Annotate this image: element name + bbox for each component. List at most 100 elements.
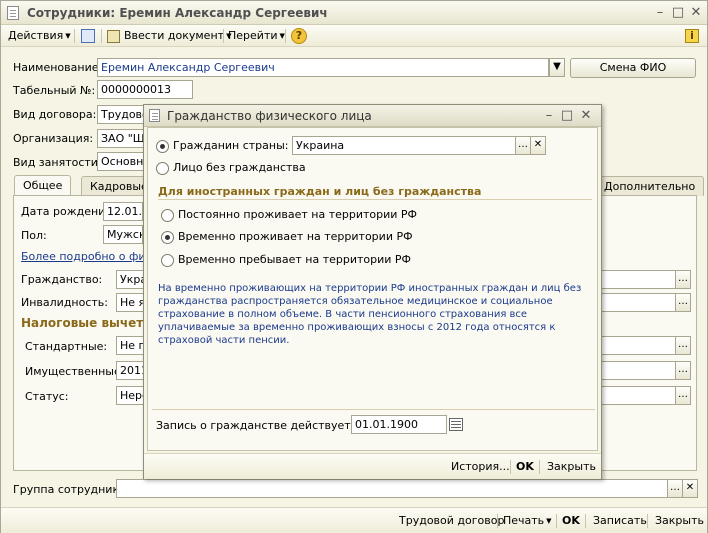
print-menu[interactable]: Печать ▼	[503, 514, 552, 527]
country-field[interactable]: Украина	[292, 136, 516, 155]
window-title: Сотрудники: Еремин Александр Сергеевич	[27, 6, 328, 20]
enter-document-icon	[107, 29, 120, 43]
country-select-button[interactable]: …	[515, 136, 531, 155]
enter-document-label: Ввести документ	[124, 29, 225, 42]
dialog-title: Гражданство физического лица	[167, 109, 372, 123]
citizen-radio[interactable]	[156, 140, 169, 153]
close-button[interactable]: Закрыть	[655, 514, 704, 527]
footer-divider-line	[510, 460, 511, 474]
record-date-label: Запись о гражданстве действует с:	[156, 419, 364, 432]
country-clear-button[interactable]: ✕	[530, 136, 546, 155]
go-menu[interactable]: Перейти ▼	[228, 28, 285, 44]
dialog-ok-button[interactable]: OK	[516, 460, 534, 473]
window-titlebar: Сотрудники: Еремин Александр Сергеевич –…	[1, 1, 707, 25]
record-date-field[interactable]: 01.01.1900	[351, 415, 447, 434]
tab-extra[interactable]: Дополнительно	[595, 176, 705, 196]
dialog-footer: История... OK Закрыть	[144, 453, 601, 479]
citizenship-label: Гражданство:	[21, 273, 103, 286]
history-button[interactable]: История...	[451, 460, 510, 473]
more-about-person-link[interactable]: Более подробно о физи	[21, 250, 159, 263]
temporary-stay-radio[interactable]	[161, 254, 174, 267]
bottom-divider	[556, 514, 557, 528]
footer-divider	[152, 409, 595, 410]
citizenship-select-button[interactable]: …	[675, 270, 691, 289]
stateless-label: Лицо без гражданства	[173, 161, 306, 174]
tab-number-label: Табельный №:	[13, 84, 96, 97]
name-field[interactable]: Еремин Александр Сергеевич	[97, 58, 549, 77]
temporary-stay-label: Временно пребывает на территории РФ	[178, 253, 412, 266]
go-label: Перейти	[228, 29, 278, 42]
enter-document-menu[interactable]: Ввести документ ▼	[107, 28, 231, 44]
employee-group-field[interactable]	[116, 479, 668, 498]
close-icon[interactable]: ✕	[689, 6, 703, 20]
insurance-note: На временно проживающих на территории РФ…	[158, 283, 582, 346]
tab-number-field[interactable]: 0000000013	[97, 80, 193, 99]
permanent-residence-radio[interactable]	[161, 209, 174, 222]
bottom-divider	[585, 514, 586, 528]
contract-type-field[interactable]: Трудово	[97, 105, 149, 124]
dialog-body: Гражданин страны: Украина … ✕ Лицо без г…	[147, 127, 598, 451]
help-icon[interactable]: ?	[291, 28, 307, 44]
citizen-label: Гражданин страны:	[173, 139, 289, 152]
document-icon	[7, 6, 19, 20]
toolbar-divider	[285, 29, 286, 43]
close-icon[interactable]: ✕	[579, 109, 593, 123]
ok-button[interactable]: OK	[562, 514, 580, 527]
employee-group-label: Группа сотрудника:	[13, 483, 130, 496]
disability-label: Инвалидность:	[21, 296, 108, 309]
stateless-radio[interactable]	[156, 162, 169, 175]
toolbar-divider	[74, 29, 75, 43]
employee-group-clear-button[interactable]: ✕	[682, 479, 698, 498]
disability-select-button[interactable]: …	[675, 293, 691, 312]
info-icon[interactable]: i	[685, 29, 699, 43]
temporary-residence-label: Временно проживает на территории РФ	[178, 230, 413, 243]
structure-icon[interactable]	[81, 29, 95, 43]
bottom-divider	[647, 514, 648, 528]
main-toolbar: Действия ▼ Ввести документ ▼ Перейти ▼ ? i	[1, 25, 707, 47]
employee-window: Сотрудники: Еремин Александр Сергеевич –…	[0, 0, 708, 533]
tab-general[interactable]: Общее	[14, 175, 72, 196]
status-select-button[interactable]: …	[675, 386, 691, 405]
property-deductions-label: Имущественные:	[25, 365, 125, 378]
status-label: Статус:	[25, 390, 69, 403]
labor-contract-button[interactable]: Трудовой договор	[399, 514, 504, 527]
permanent-residence-label: Постоянно проживает на территории РФ	[178, 208, 418, 221]
sex-field[interactable]: Мужск	[103, 225, 143, 244]
organization-label: Организация:	[13, 132, 94, 145]
dialog-titlebar: Гражданство физического лица – □ ✕	[144, 105, 601, 127]
citizenship-dialog: Гражданство физического лица – □ ✕ Гражд…	[143, 104, 602, 479]
change-fio-button[interactable]: Смена ФИО	[570, 58, 696, 78]
tax-deductions-header: Налоговые вычеты,	[21, 316, 159, 330]
minimize-icon[interactable]: –	[653, 6, 667, 20]
property-deductions-button[interactable]: …	[675, 361, 691, 380]
dialog-close-button[interactable]: Закрыть	[547, 460, 596, 473]
bottom-bar: Трудовой договор Печать ▼ OK Записать Зак…	[1, 507, 707, 533]
save-button[interactable]: Записать	[593, 514, 647, 527]
maximize-icon[interactable]: □	[560, 109, 574, 123]
calendar-icon[interactable]	[449, 418, 463, 431]
employment-type-field[interactable]: Основно	[97, 152, 149, 171]
contract-type-label: Вид договора:	[13, 108, 97, 121]
minimize-icon[interactable]: –	[542, 109, 556, 123]
print-label: Печать	[503, 514, 545, 527]
employment-type-label: Вид занятости:	[13, 156, 102, 169]
toolbar-divider	[101, 29, 102, 43]
name-label: Наименование:	[13, 61, 103, 74]
section-divider	[158, 199, 592, 200]
toolbar-divider	[223, 29, 224, 43]
bottom-divider	[497, 514, 498, 528]
footer-divider-line	[539, 460, 540, 474]
maximize-icon[interactable]: □	[671, 6, 685, 20]
standard-deductions-button[interactable]: …	[675, 336, 691, 355]
sex-label: Пол:	[21, 229, 47, 242]
name-dropdown-button[interactable]: ▼	[549, 58, 565, 77]
birth-date-label: Дата рождения:	[21, 205, 116, 218]
actions-menu[interactable]: Действия ▼	[8, 28, 71, 44]
foreign-citizens-header: Для иностранных граждан и лиц без гражда…	[158, 185, 482, 198]
document-icon	[149, 109, 160, 122]
birth-date-field[interactable]: 12.01.1	[103, 202, 143, 221]
actions-label: Действия	[8, 29, 64, 42]
organization-field[interactable]: ЗАО "Ш	[97, 129, 149, 148]
employee-group-select-button[interactable]: …	[667, 479, 683, 498]
temporary-residence-radio[interactable]	[161, 231, 174, 244]
